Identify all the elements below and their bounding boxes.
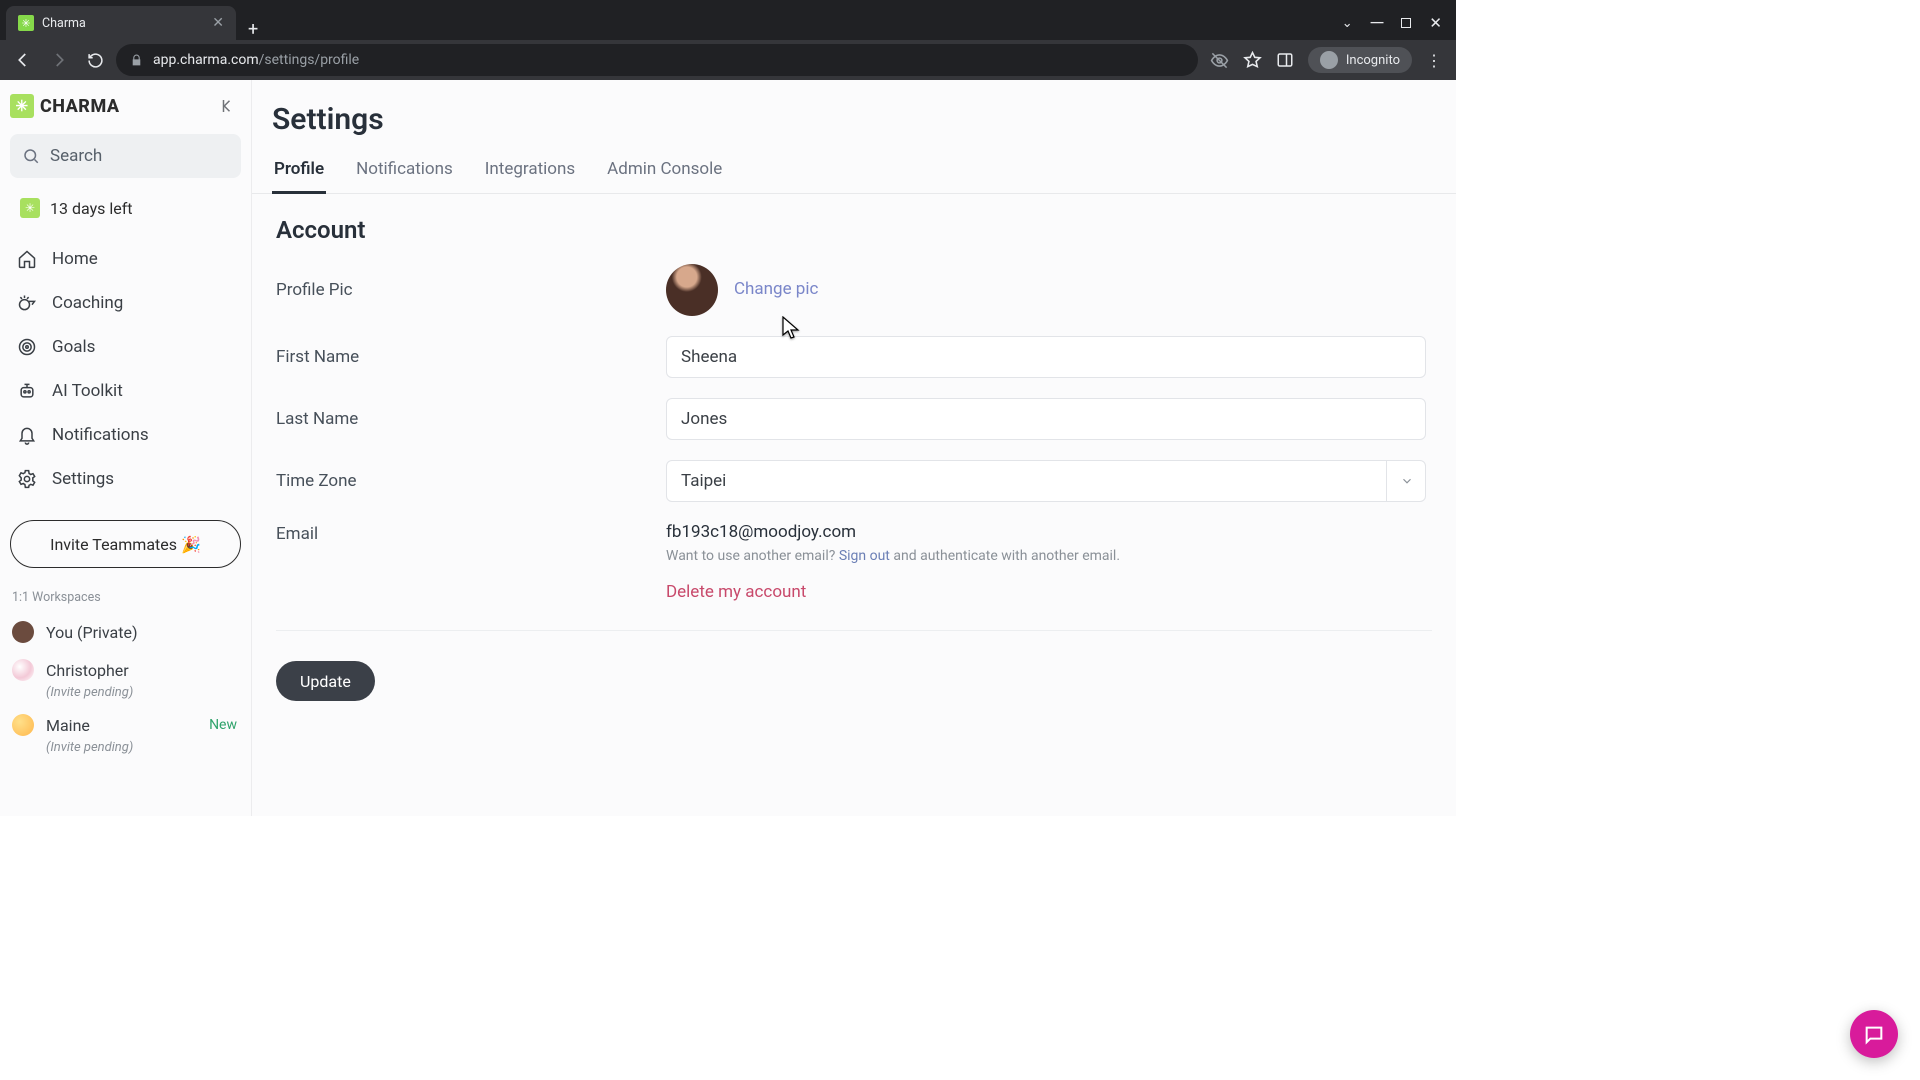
sidebar-item-settings[interactable]: Settings <box>8 458 243 500</box>
tab-title: Charma <box>42 16 204 31</box>
workspace-label: Maine <box>46 716 90 735</box>
sidebar-item-home[interactable]: Home <box>8 238 243 280</box>
nav-back-button[interactable] <box>8 45 38 75</box>
search-placeholder: Search <box>50 146 102 166</box>
sidebar: CHARMA Search 13 days left Home Coaching <box>0 80 252 816</box>
target-icon <box>16 336 38 358</box>
change-pic-link[interactable]: Change pic <box>734 279 818 299</box>
page-title: Settings <box>252 98 1456 153</box>
help-fab[interactable] <box>1850 1010 1898 1058</box>
section-divider <box>276 630 1432 631</box>
sidebar-item-label: Notifications <box>52 425 149 445</box>
trial-days-left[interactable]: 13 days left <box>0 190 251 234</box>
window-controls: ⌄ ─ ✕ <box>1328 6 1456 40</box>
profile-pic-label: Profile Pic <box>276 280 666 300</box>
tab-strip: Charma ✕ + ⌄ ─ ✕ <box>0 0 1456 40</box>
invite-teammates-button[interactable]: Invite Teammates 🎉 <box>10 520 241 568</box>
robot-icon <box>16 380 38 402</box>
sidebar-item-label: Settings <box>52 469 114 489</box>
tabs-dropdown-icon[interactable]: ⌄ <box>1342 16 1353 31</box>
workspaces-heading: 1:1 Workspaces <box>0 586 251 613</box>
logo-icon <box>10 94 34 118</box>
tab-admin-console[interactable]: Admin Console <box>605 153 724 193</box>
browser-toolbar: app.charma.com/settings/profile Incognit… <box>0 40 1456 80</box>
main-content: Settings Profile Notifications Integrati… <box>252 80 1456 816</box>
sidebar-item-goals[interactable]: Goals <box>8 326 243 368</box>
window-close-icon[interactable]: ✕ <box>1429 14 1442 32</box>
email-value: fb193c18@moodjoy.com <box>666 522 1432 542</box>
home-icon <box>16 248 38 270</box>
timezone-select[interactable] <box>666 460 1426 502</box>
brand-logo[interactable]: CHARMA <box>10 94 120 118</box>
sidebar-item-label: Home <box>52 249 98 269</box>
gear-icon <box>16 468 38 490</box>
bell-icon <box>16 424 38 446</box>
sidebar-item-label: AI Toolkit <box>52 381 123 401</box>
timezone-label: Time Zone <box>276 471 666 491</box>
search-input[interactable]: Search <box>10 134 241 178</box>
tab-integrations[interactable]: Integrations <box>483 153 577 193</box>
sidebar-item-ai-toolkit[interactable]: AI Toolkit <box>8 370 243 412</box>
first-name-label: First Name <box>276 347 666 367</box>
search-icon <box>22 147 40 165</box>
window-maximize-icon[interactable] <box>1401 18 1411 28</box>
account-heading: Account <box>276 216 1432 244</box>
tab-notifications[interactable]: Notifications <box>354 153 455 193</box>
sign-out-link[interactable]: Sign out <box>839 548 890 564</box>
sidebar-item-notifications[interactable]: Notifications <box>8 414 243 456</box>
collapse-sidebar-icon[interactable] <box>219 97 237 115</box>
update-button[interactable]: Update <box>276 661 375 701</box>
email-label: Email <box>276 522 666 544</box>
sidebar-item-label: Coaching <box>52 293 123 313</box>
last-name-input[interactable] <box>666 398 1426 440</box>
new-tab-button[interactable]: + <box>236 19 270 40</box>
incognito-badge[interactable]: Incognito <box>1308 47 1412 73</box>
avatar-icon <box>12 714 34 736</box>
tab-profile[interactable]: Profile <box>272 153 326 194</box>
bookmark-star-icon[interactable] <box>1243 51 1262 70</box>
browser-tab[interactable]: Charma ✕ <box>6 6 236 40</box>
kebab-menu-icon[interactable]: ⋮ <box>1426 51 1442 70</box>
settings-tabs: Profile Notifications Integrations Admin… <box>252 153 1456 194</box>
trial-text: 13 days left <box>50 199 133 218</box>
url-text: app.charma.com/settings/profile <box>153 52 359 68</box>
email-note: Want to use another email? Sign out and … <box>666 548 1432 564</box>
tab-close-icon[interactable]: ✕ <box>212 15 224 31</box>
first-name-input[interactable] <box>666 336 1426 378</box>
whistle-icon <box>16 292 38 314</box>
sidebar-item-label: Goals <box>52 337 95 357</box>
incognito-label: Incognito <box>1346 53 1400 68</box>
workspace-label: Christopher <box>46 661 129 680</box>
profile-avatar <box>666 264 718 316</box>
workspace-item-christopher[interactable]: Christopher <box>0 651 251 689</box>
browser-chrome: Charma ✕ + ⌄ ─ ✕ app.charma.com/settings… <box>0 0 1456 80</box>
delete-account-link[interactable]: Delete my account <box>666 582 1432 602</box>
brand-name: CHARMA <box>40 96 120 117</box>
favicon-icon <box>18 15 34 31</box>
address-bar[interactable]: app.charma.com/settings/profile <box>116 44 1198 76</box>
incognito-icon <box>1320 51 1338 69</box>
avatar-icon <box>12 659 34 681</box>
nav-reload-button[interactable] <box>80 45 110 75</box>
nav-forward-button[interactable] <box>44 45 74 75</box>
workspace-item-you[interactable]: You (Private) <box>0 613 251 651</box>
lock-icon <box>130 54 143 67</box>
workspace-new-tag: New <box>209 717 237 733</box>
side-panel-icon[interactable] <box>1276 51 1294 69</box>
workspace-item-maine[interactable]: Maine New <box>0 706 251 744</box>
last-name-label: Last Name <box>276 409 666 429</box>
workspace-label: You (Private) <box>46 623 138 642</box>
invite-label: Invite Teammates 🎉 <box>50 535 201 554</box>
avatar-icon <box>12 621 34 643</box>
trial-badge-icon <box>20 198 40 218</box>
eye-off-icon[interactable] <box>1210 51 1229 70</box>
sidebar-item-coaching[interactable]: Coaching <box>8 282 243 324</box>
